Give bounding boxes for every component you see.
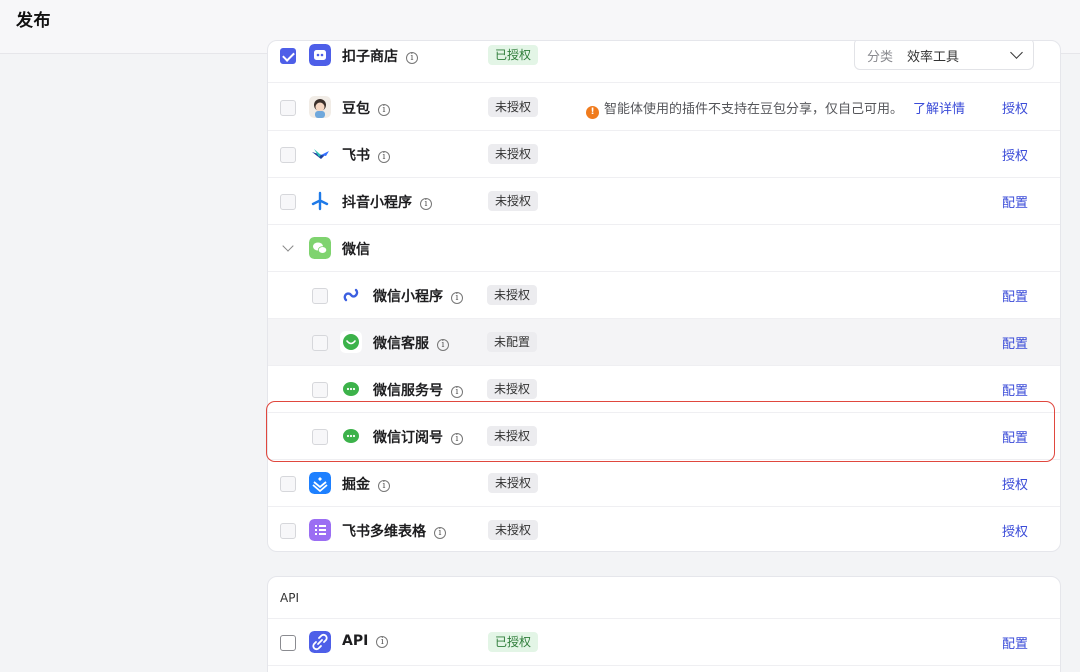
coze-store-icon <box>309 44 331 66</box>
status-badge: 已授权 <box>488 632 539 652</box>
category-value: 效率工具 <box>907 50 960 65</box>
authorize-link[interactable]: 授权 <box>1002 474 1028 493</box>
learn-more-link[interactable]: 了解详情 <box>913 102 965 117</box>
platform-checkbox[interactable] <box>280 194 296 210</box>
platform-row-coze-store: 扣子商店 i 已授权 分类 效率工具 <box>268 41 1060 83</box>
platform-group-wechat[interactable]: 微信 <box>268 225 1060 272</box>
chevron-down-icon[interactable] <box>282 240 294 252</box>
status-badge: 未授权 <box>488 97 539 117</box>
info-icon[interactable]: i <box>420 198 432 210</box>
platform-name: 微信 <box>342 242 370 258</box>
wechat-icon <box>309 237 331 259</box>
info-icon[interactable]: i <box>376 636 389 648</box>
info-icon[interactable]: i <box>434 527 446 539</box>
juejin-icon <box>309 472 331 494</box>
page-title: 发布 <box>16 11 51 31</box>
info-icon[interactable]: i <box>451 292 463 304</box>
warning-icon: ! <box>586 106 599 119</box>
chevron-down-icon <box>1010 46 1023 59</box>
status-badge: 未授权 <box>488 520 539 540</box>
platform-checkbox[interactable] <box>312 335 328 351</box>
authorize-link[interactable]: 授权 <box>1002 521 1028 540</box>
configure-link[interactable]: 配置 <box>1002 333 1028 352</box>
platform-name: 微信小程序 i <box>373 286 463 306</box>
plugin-warning: ! 智能体使用的插件不支持在豆包分享，仅自己可用。 了解详情 <box>586 98 965 119</box>
platform-checkbox[interactable] <box>280 476 296 492</box>
info-icon[interactable]: i <box>378 151 390 163</box>
info-icon[interactable]: i <box>378 480 390 492</box>
status-badge: 未授权 <box>488 144 539 164</box>
category-label: 分类 <box>867 50 894 65</box>
feishu-icon <box>309 143 331 165</box>
platform-checkbox[interactable] <box>280 147 296 163</box>
doubao-icon <box>309 96 331 118</box>
platform-name: 掘金 i <box>342 474 390 494</box>
platform-checkbox[interactable] <box>312 288 328 304</box>
info-icon[interactable]: i <box>378 104 390 116</box>
platform-name: 飞书 i <box>342 145 390 165</box>
platform-name: 抖音小程序 i <box>342 192 432 212</box>
highlight-annotation <box>266 401 1055 462</box>
platform-checkbox[interactable] <box>280 635 296 651</box>
info-icon[interactable]: i <box>406 52 418 64</box>
wechat-official-icon <box>340 378 362 400</box>
douyin-miniapp-icon <box>309 190 331 212</box>
platform-list-card: 扣子商店 i 已授权 分类 效率工具 豆包 i 未授权 ! 智能体使用的插件不支持在豆… <box>267 40 1061 552</box>
platform-name: API i <box>342 633 389 649</box>
platform-row-douyin-miniapp: 抖音小程序 i 未授权 配置 <box>268 178 1060 225</box>
platform-checkbox[interactable] <box>280 523 296 539</box>
api-link-icon <box>309 631 331 653</box>
platform-row-wechat-service: 微信客服 i 未配置 配置 <box>268 319 1060 366</box>
status-badge: 未授权 <box>487 379 538 399</box>
platform-row-feishu-bitable: 飞书多维表格 i 未授权 授权 <box>268 507 1060 551</box>
platform-name: 豆包 i <box>342 98 390 118</box>
platform-checkbox[interactable] <box>280 48 296 64</box>
platform-name: 微信服务号 i <box>373 380 463 400</box>
api-section-title: API <box>280 591 299 605</box>
info-icon[interactable]: i <box>437 339 449 351</box>
status-badge: 已授权 <box>488 45 539 65</box>
configure-link[interactable]: 配置 <box>1002 192 1028 211</box>
configure-link[interactable]: 配置 <box>1002 633 1028 652</box>
platform-checkbox[interactable] <box>280 100 296 116</box>
wechat-miniprogram-icon <box>340 284 362 306</box>
platform-name: 飞书多维表格 i <box>342 521 446 541</box>
authorize-link[interactable]: 授权 <box>1002 98 1028 117</box>
status-badge: 未授权 <box>488 473 539 493</box>
status-badge: 未授权 <box>488 191 539 211</box>
platform-row-api: API i 已授权 配置 <box>268 619 1060 666</box>
category-select[interactable]: 分类 效率工具 <box>854 41 1034 70</box>
platform-row-juejin: 掘金 i 未授权 授权 <box>268 460 1060 507</box>
status-badge: 未授权 <box>487 285 538 305</box>
platform-name: 扣子商店 i <box>342 46 418 66</box>
wechat-service-icon <box>340 331 362 353</box>
authorize-link[interactable]: 授权 <box>1002 145 1028 164</box>
configure-link[interactable]: 配置 <box>1002 286 1028 305</box>
configure-link[interactable]: 配置 <box>1002 380 1028 399</box>
info-icon[interactable]: i <box>451 386 463 398</box>
platform-name: 微信客服 i <box>373 333 449 353</box>
api-card: API API i 已授权 配置 <box>267 576 1061 672</box>
platform-checkbox[interactable] <box>312 382 328 398</box>
platform-row-wechat-miniprogram: 微信小程序 i 未授权 配置 <box>268 272 1060 319</box>
platform-row-feishu: 飞书 i 未授权 授权 <box>268 131 1060 178</box>
feishu-bitable-icon <box>309 519 331 541</box>
status-badge: 未配置 <box>487 332 538 352</box>
platform-row-doubao: 豆包 i 未授权 ! 智能体使用的插件不支持在豆包分享，仅自己可用。 了解详情 授权 <box>268 84 1060 131</box>
